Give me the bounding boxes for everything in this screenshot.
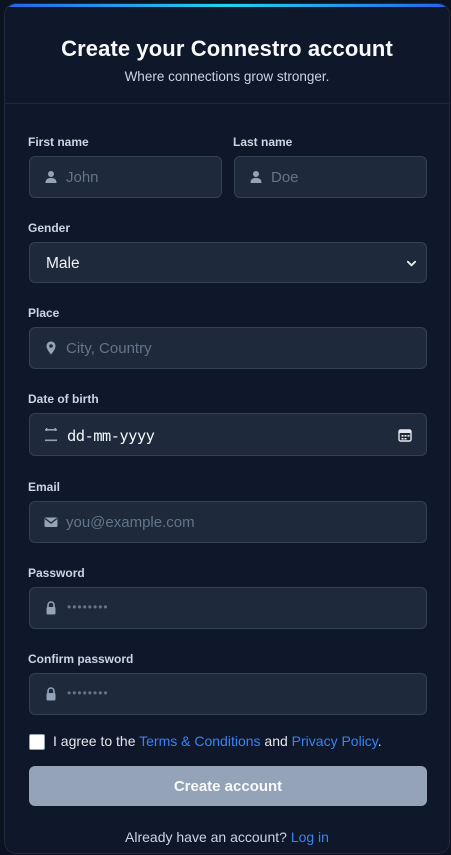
first-name-input[interactable] [66, 157, 211, 197]
last-name-field[interactable] [234, 156, 427, 198]
calendar-icon[interactable] [398, 428, 412, 442]
place-label: Place [28, 306, 60, 320]
first-name-label: First name [28, 135, 89, 149]
agree-text: I agree to the Terms & Conditions and Pr… [53, 733, 382, 749]
privacy-link[interactable]: Privacy Policy [292, 733, 378, 749]
card-header: Create your Connestro account Where conn… [5, 4, 449, 104]
dob-field[interactable]: dd-mm-yyyy [29, 413, 427, 456]
map-pin-icon [46, 341, 56, 355]
lock-icon [46, 601, 56, 615]
last-name-input[interactable] [271, 157, 416, 197]
email-input[interactable] [66, 502, 416, 542]
chevron-down-icon [406, 260, 417, 267]
gender-select[interactable]: Male [29, 242, 427, 283]
page-title: Create your Connestro account [61, 36, 393, 61]
user-icon [45, 171, 57, 183]
login-link[interactable]: Log in [291, 829, 329, 845]
login-prompt: Already have an account? Log in [5, 829, 449, 845]
envelope-icon [44, 517, 58, 527]
agree-suffix: . [377, 733, 382, 749]
agree-checkbox[interactable] [29, 734, 45, 750]
lock-icon [46, 687, 56, 701]
user-icon [250, 171, 262, 183]
confirm-password-label: Confirm password [28, 652, 134, 666]
last-name-label: Last name [233, 135, 293, 149]
dob-label: Date of birth [28, 392, 99, 406]
dob-calendar-icon [45, 428, 57, 442]
gender-label: Gender [28, 221, 71, 235]
dob-value: dd-mm-yyyy [67, 427, 155, 445]
first-name-field[interactable] [29, 156, 222, 198]
login-prompt-text: Already have an account? [125, 829, 291, 845]
signup-card: Create your Connestro account Where conn… [4, 3, 450, 854]
email-label: Email [28, 480, 61, 494]
place-input[interactable] [66, 328, 416, 368]
place-field[interactable] [29, 327, 427, 369]
agree-middle: and [260, 733, 292, 749]
confirm-password-field[interactable]: •••••••• [29, 673, 427, 715]
create-account-button[interactable]: Create account [29, 766, 427, 806]
page-subtitle: Where connections grow stronger. [124, 69, 330, 84]
password-field[interactable]: •••••••• [29, 587, 427, 629]
email-field[interactable] [29, 501, 427, 543]
confirm-password-placeholder: •••••••• [67, 686, 109, 700]
password-placeholder: •••••••• [67, 600, 109, 614]
terms-link[interactable]: Terms & Conditions [139, 733, 260, 749]
password-label: Password [28, 566, 85, 580]
gender-selected-value: Male [46, 255, 80, 272]
agree-prefix: I agree to the [53, 733, 140, 749]
